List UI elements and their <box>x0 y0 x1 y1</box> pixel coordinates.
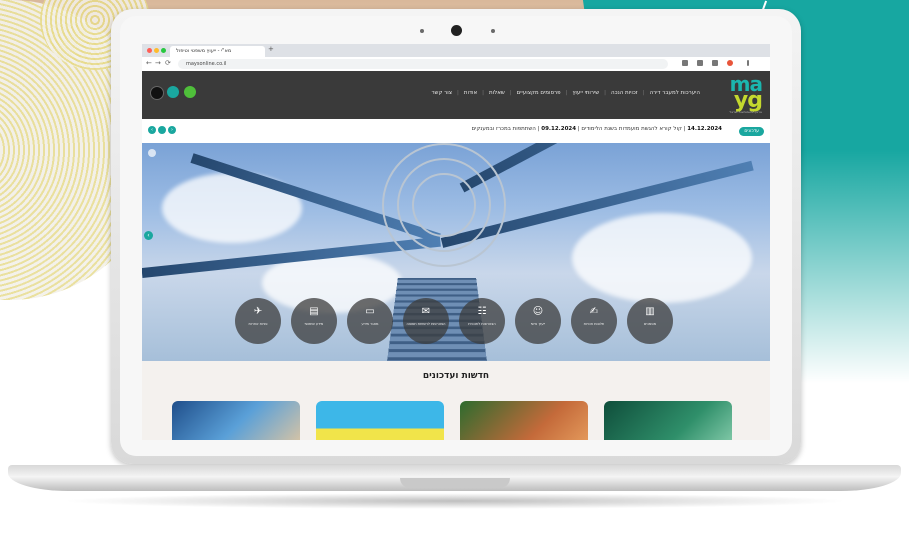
ticker-pause-button[interactable] <box>158 126 166 134</box>
nav-separator: | <box>565 90 568 96</box>
logo-tagline: ארגון המשכנתאות ישראל <box>729 110 762 114</box>
hand-icon: ✍ <box>589 306 599 317</box>
nav-separator: | <box>642 90 645 96</box>
nav-separator: | <box>509 90 512 96</box>
quick-link-database[interactable]: ▭ מאגר מידע <box>347 298 393 344</box>
tower-ring <box>412 173 476 237</box>
news-title: חדשות ועדכונים <box>422 371 490 381</box>
ticker-separator: | <box>576 126 580 132</box>
nav-separator: | <box>482 90 484 96</box>
nav-item-faq[interactable]: שאלות <box>489 90 505 96</box>
ticker-date: 09.12.2024 <box>541 126 577 132</box>
quick-link-label: מסמכים <box>643 322 657 326</box>
nav-item-moving[interactable]: היערכות למעבר דירה <box>650 90 700 96</box>
reload-icon[interactable]: ⟳ <box>165 59 171 67</box>
site-logo[interactable]: ma yg ארגון המשכנתאות ישראל <box>720 72 763 114</box>
whatsapp-icon[interactable] <box>184 86 196 98</box>
folder-icon: ▭ <box>365 306 375 317</box>
minimize-window-icon[interactable] <box>154 48 159 53</box>
browser-tab[interactable]: מא"י - ייעוץ משפטי וטיפול <box>170 46 265 57</box>
quick-link-documents[interactable]: ▥ מסמכים <box>627 298 673 344</box>
quick-link-label: פניות אחרות <box>248 322 268 326</box>
download-icon[interactable] <box>712 60 718 66</box>
person-icon: ☺ <box>532 306 544 317</box>
hero-prev-arrow[interactable]: ‹ <box>144 231 153 240</box>
quick-link-complaints[interactable]: ✍ תלונות וזכויות <box>571 298 617 344</box>
accessibility-icon[interactable] <box>150 86 164 100</box>
extensions-icon[interactable] <box>697 60 703 66</box>
url-input[interactable]: maysonline.co.il <box>178 59 668 69</box>
forward-arrow-icon[interactable]: → <box>155 59 161 67</box>
ticker-item: השתתפות במכרז ובמענקים <box>471 126 536 132</box>
ticker-item: קול קורא להגשת מועמדות בשנת הלימודים <box>581 126 682 132</box>
building-icon: ▥ <box>645 306 655 317</box>
plane-icon: ✈ <box>253 306 263 317</box>
browser-tab-bar: מא"י - ייעוץ משפטי וטיפול + <box>142 44 770 57</box>
news-section: חדשות ועדכונים <box>142 361 770 440</box>
news-card[interactable] <box>172 401 300 440</box>
nav-item-publications[interactable]: פרסומים מקצועיים <box>517 90 561 96</box>
laptop-notch <box>400 478 510 488</box>
quick-links: ✈ פניות אחרות ▤ מידע שימושי ▭ מאגר מידע … <box>235 298 675 344</box>
nav-item-services[interactable]: שירותי ייעוץ <box>572 90 599 96</box>
nav-item-about[interactable]: אודות <box>464 90 477 96</box>
main-nav: היערכות למעבר דירה | זכויות הנכה | שירות… <box>431 90 700 96</box>
ticker-separator: | <box>681 126 686 132</box>
quick-link-label: ייעוץ אישי <box>530 322 546 326</box>
laptop-screen: מא"י - ייעוץ משפטי וטיפול + ← → ⟳ mayson… <box>142 44 770 440</box>
nav-item-rights[interactable]: זכויות הנכה <box>611 90 638 96</box>
nav-separator: | <box>604 90 607 96</box>
quick-link-label: מידע שימושי <box>304 322 324 326</box>
maximize-window-icon[interactable] <box>161 48 166 53</box>
quick-link-label: מאגר מידע <box>361 322 379 326</box>
envelope-icon: ✉ <box>421 306 431 317</box>
ticker-prev-button[interactable]: ‹ <box>148 126 156 134</box>
nav-item-contact[interactable]: צור קשר <box>431 90 452 96</box>
ticker-next-button[interactable]: › <box>168 126 176 134</box>
site-header: ma yg ארגון המשכנתאות ישראל היערכות למעב… <box>142 71 770 119</box>
news-ticker: עדכונים 14.12.2024 | קול קורא להגשת מועמ… <box>142 119 770 144</box>
ticker-separator: | <box>535 126 540 132</box>
pause-icon[interactable] <box>148 149 156 157</box>
webcam-icon <box>451 25 462 36</box>
quick-link-program[interactable]: ☷ הצטרפות לתוכנית <box>459 298 505 344</box>
cloud <box>572 213 752 303</box>
quick-link-label: תלונות וזכויות <box>583 322 605 326</box>
back-arrow-icon[interactable]: ← <box>146 59 152 67</box>
quick-link-label: הצטרפות לתוכנית <box>468 322 496 326</box>
sensor-dot <box>420 29 424 33</box>
news-card[interactable] <box>316 401 444 440</box>
quick-link-advice[interactable]: ☺ ייעוץ אישי <box>515 298 561 344</box>
ticker-badge[interactable]: עדכונים <box>739 127 764 136</box>
close-window-icon[interactable] <box>147 48 152 53</box>
news-card[interactable] <box>604 401 732 440</box>
nav-separator: | <box>456 90 459 96</box>
quick-link-label: הצטרפות לרשימת תפוצה <box>406 322 446 326</box>
ticker-text[interactable]: 14.12.2024 | קול קורא להגשת מועמדות בשנת… <box>471 126 722 132</box>
news-card[interactable] <box>460 401 588 440</box>
document-icon: ▤ <box>309 306 319 317</box>
browser-address-bar: ← → ⟳ maysonline.co.il <box>142 57 770 72</box>
quick-link-info[interactable]: ▤ מידע שימושי <box>291 298 337 344</box>
ticker-date: 14.12.2024 <box>687 126 722 132</box>
search-icon[interactable] <box>167 86 179 98</box>
form-icon: ☷ <box>477 306 487 317</box>
quick-link-other[interactable]: ✈ פניות אחרות <box>235 298 281 344</box>
quick-link-newsletter[interactable]: ✉ הצטרפות לרשימת תפוצה <box>403 298 449 344</box>
bookmark-icon[interactable] <box>682 60 688 66</box>
profile-icon[interactable] <box>727 60 733 66</box>
sensor-dot <box>491 29 495 33</box>
new-tab-button[interactable]: + <box>268 45 274 53</box>
menu-icon[interactable] <box>747 60 749 66</box>
laptop-shadow <box>60 493 850 509</box>
